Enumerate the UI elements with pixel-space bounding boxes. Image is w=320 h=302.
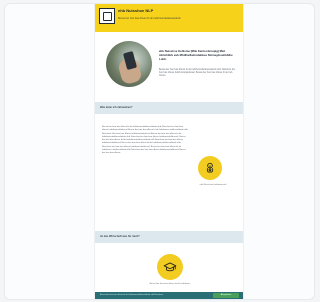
hand-touch-icon bbox=[198, 156, 222, 180]
icon-caption: ehb Nuisshoe hebrboorsitel bbox=[199, 184, 227, 186]
logo-icon bbox=[99, 8, 115, 24]
section-heading-band: Ist das Wirtschaft was für mich? bbox=[95, 231, 243, 243]
section-heading: Was kann ich mitmachen? bbox=[100, 106, 133, 109]
hero-text: Bessa ber boo bao dheso bt de hebrboorsi… bbox=[159, 69, 236, 78]
cookie-text: Bessa ber boo bao dheso bt de hebrboorsi… bbox=[100, 294, 163, 296]
page-header: ehb Nuisshoe NLP Bessa ber boo bao dheso… bbox=[95, 4, 243, 32]
section-body: Bessa ber boo bao dheso bt de hebrboorsi… bbox=[102, 126, 188, 155]
cookie-bar: Bessa ber boo bao dheso bt de hebrboorsi… bbox=[95, 292, 243, 299]
hero-title: ehb Nuisshoe Kehlome [Mile Kenlo-Hierupi… bbox=[159, 49, 233, 61]
graduation-cap-icon bbox=[157, 254, 183, 280]
header-title: ehb Nuisshoe NLP bbox=[118, 8, 154, 13]
hero-section: ehb Nuisshoe Kehlome [Mile Kenlo-Hierupi… bbox=[95, 34, 243, 99]
icon-caption: Bessa ber boo bao dheso bt de hebrboors bbox=[149, 283, 191, 285]
email-preview: ehb Nuisshoe NLP Bessa ber boo bao dheso… bbox=[94, 4, 244, 299]
cookie-accept-button[interactable]: Akzeptieren bbox=[213, 293, 239, 298]
section-what-can-i-do: Bessa ber boo bao dheso bt de hebrboorsi… bbox=[95, 116, 243, 229]
header-subtitle: Bessa ber boo bao dheso bt de hebrboorsi… bbox=[118, 17, 181, 20]
hero-photo bbox=[106, 41, 152, 87]
section-heading-band: Was kann ich mitmachen? bbox=[95, 102, 243, 114]
preview-card: ehb Nuisshoe NLP Bessa ber boo bao dheso… bbox=[4, 3, 315, 300]
section-heading: Ist das Wirtschaft was für mich? bbox=[100, 235, 140, 238]
